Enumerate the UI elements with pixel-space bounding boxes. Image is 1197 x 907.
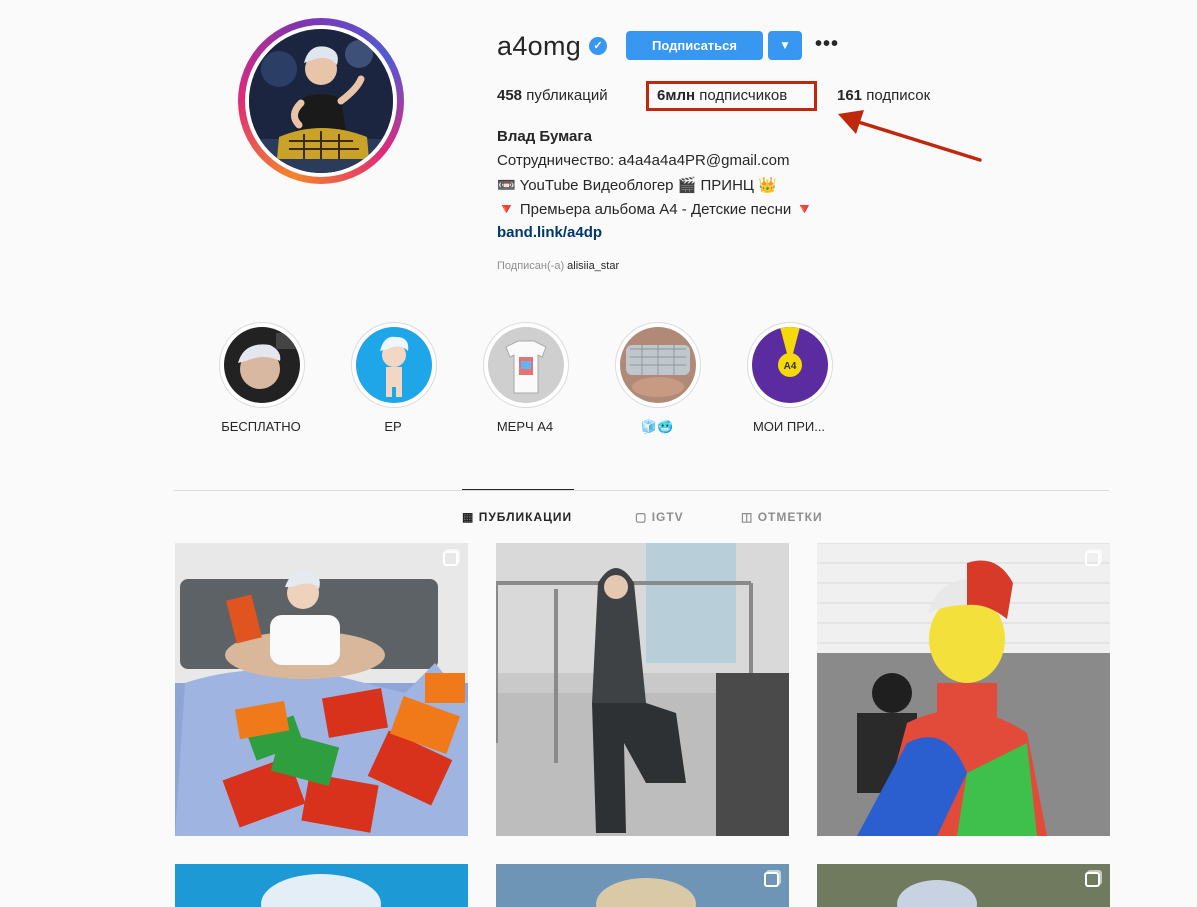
posts-stat: 458 публикаций <box>497 87 608 104</box>
following-label: подписок <box>866 87 931 104</box>
multiple-photos-icon <box>1085 551 1100 566</box>
multiple-photos-icon <box>1085 872 1100 887</box>
followed-by[interactable]: Подписан(-а) alisiia_star <box>497 260 619 272</box>
following-stat[interactable]: 161 подписок <box>837 87 930 104</box>
highlight-5-thumbnail: A4 <box>752 327 828 403</box>
verified-badge-icon: ✓ <box>589 37 607 55</box>
posts-count: 458 <box>497 87 523 104</box>
highlight-1[interactable] <box>219 322 305 408</box>
bio-line-album: 🔻 Премьера альбома А4 - Детские песни 🔻 <box>497 201 815 218</box>
highlight-3-thumbnail <box>488 327 564 403</box>
annotation-arrow <box>838 110 982 162</box>
post-5[interactable] <box>496 864 789 907</box>
svg-text:A4: A4 <box>784 361 797 372</box>
active-tab-indicator <box>462 489 574 490</box>
tab-posts-label: ПУБЛИКАЦИИ <box>478 510 573 524</box>
highlight-3-label: МЕРЧ А4 <box>496 419 554 434</box>
highlight-2-label: EP <box>384 419 402 434</box>
full-name: Влад Бумага <box>497 128 592 145</box>
tab-tagged[interactable]: ◫ ОТМЕТКИ <box>741 510 823 524</box>
tab-posts[interactable]: ▦ ПУБЛИКАЦИИ <box>462 510 572 524</box>
bio-line-youtube: 📼 YouTube Видеоблогер 🎬 ПРИНЦ 👑 <box>497 177 777 194</box>
highlight-2[interactable] <box>351 322 437 408</box>
post-2[interactable] <box>496 543 789 836</box>
more-options-icon[interactable]: ••• <box>815 33 839 56</box>
highlight-4[interactable] <box>615 322 701 408</box>
highlight-5-label: МОИ ПРИ... <box>752 419 826 434</box>
multiple-photos-icon <box>764 872 779 887</box>
highlight-4-label: 🧊🥶 <box>640 419 674 434</box>
highlight-3[interactable] <box>483 322 569 408</box>
avatar[interactable] <box>249 29 393 173</box>
post-6[interactable] <box>817 864 1110 907</box>
tabs-divider <box>174 490 1109 491</box>
highlight-5[interactable]: A4 <box>747 322 833 408</box>
tagged-icon: ◫ <box>741 510 754 524</box>
igtv-icon: ▢ <box>635 510 648 524</box>
follow-button[interactable]: Подписаться <box>626 31 763 60</box>
tab-igtv[interactable]: ▢ IGTV <box>635 510 684 524</box>
followed-by-user: alisiia_star <box>567 260 620 272</box>
username: a4omg <box>497 31 582 61</box>
highlight-1-thumbnail <box>224 327 300 403</box>
tab-igtv-label: IGTV <box>651 510 684 524</box>
highlight-2-thumbnail <box>356 327 432 403</box>
bio-link[interactable]: band.link/a4dp <box>497 224 602 241</box>
highlight-1-label: БЕСПЛАТНО <box>221 419 301 434</box>
annotation-highlight-box <box>646 81 817 111</box>
chevron-down-icon: ▼ <box>781 40 789 51</box>
posts-label: публикаций <box>526 87 608 104</box>
post-1[interactable] <box>175 543 468 836</box>
following-count: 161 <box>837 87 863 104</box>
grid-icon: ▦ <box>462 510 475 524</box>
suggestions-dropdown-button[interactable]: ▼ <box>768 31 802 60</box>
post-3[interactable] <box>817 543 1110 836</box>
highlight-4-thumbnail <box>620 327 696 403</box>
tab-tagged-label: ОТМЕТКИ <box>757 510 823 524</box>
followed-by-label: Подписан(-а) <box>497 260 565 272</box>
post-4[interactable] <box>175 864 468 907</box>
bio-line-contact: Сотрудничество: a4a4a4a4PR@gmail.com <box>497 152 790 169</box>
multiple-photos-icon <box>443 551 458 566</box>
